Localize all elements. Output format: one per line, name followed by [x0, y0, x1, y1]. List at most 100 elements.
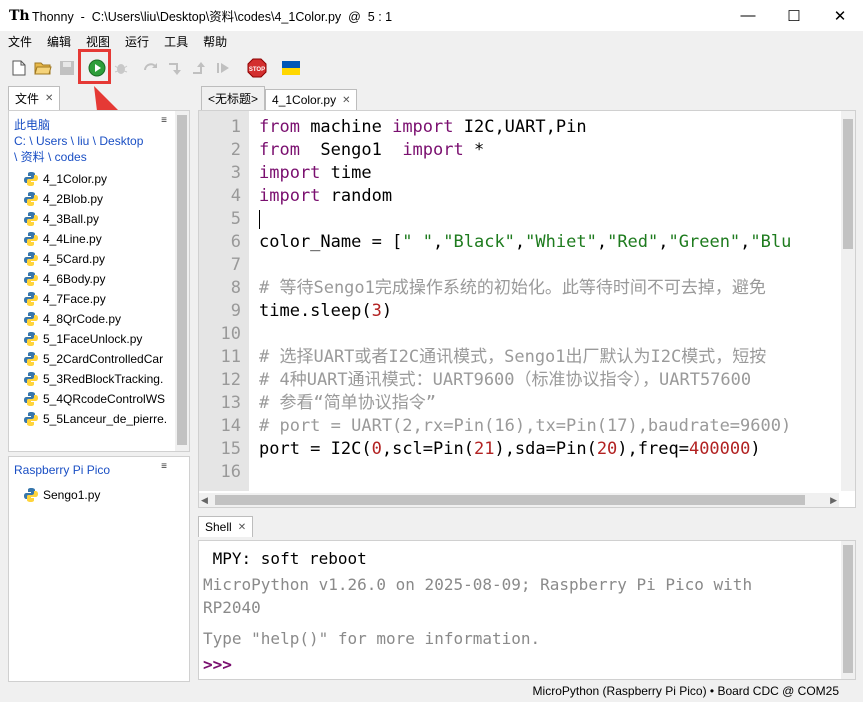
- menu-view[interactable]: 视图: [78, 33, 117, 50]
- code-text: time.sleep(3): [259, 300, 392, 323]
- file-item[interactable]: 5_2CardControlledCar: [9, 349, 189, 369]
- file-item[interactable]: 4_3Ball.py: [9, 209, 189, 229]
- file-item[interactable]: 4_4Line.py: [9, 229, 189, 249]
- file-item[interactable]: 5_5Lanceur_de_pierre.: [9, 409, 189, 429]
- device-pane: ≡ Raspberry Pi Pico Sengo1.py: [8, 456, 190, 682]
- editor-horizontal-scrollbar[interactable]: ◀ ▶: [199, 493, 839, 507]
- minimize-button[interactable]: —: [725, 0, 771, 31]
- code-text: from Sengo1 import *: [259, 139, 484, 162]
- step-over-button[interactable]: [140, 57, 162, 79]
- close-icon[interactable]: ✕: [45, 93, 53, 104]
- file-item[interactable]: 4_1Color.py: [9, 169, 189, 189]
- device-file-list: Sengo1.py: [9, 485, 189, 505]
- new-file-button[interactable]: [8, 57, 30, 79]
- code-editor[interactable]: 1 from machine import I2C,UART,Pin 2 from S…: [198, 110, 856, 508]
- line-number: 1: [230, 117, 241, 137]
- file-name: 4_6Body.py: [43, 272, 106, 286]
- shell-pane[interactable]: MPY: soft reboot MicroPython v1.26.0 on …: [198, 540, 856, 680]
- line-number: 3: [230, 163, 241, 183]
- file-item[interactable]: 4_6Body.py: [9, 269, 189, 289]
- code-token: 3: [371, 301, 382, 321]
- python-file-icon: [24, 212, 38, 226]
- file-item[interactable]: 4_5Card.py: [9, 249, 189, 269]
- code-line: 15 port = I2C(0,scl=Pin(21),sda=Pin(20),f…: [199, 438, 835, 461]
- menu-help[interactable]: 帮助: [195, 33, 234, 50]
- file-item[interactable]: 5_4QRcodeControlWS: [9, 389, 189, 409]
- file-name: 4_5Card.py: [43, 252, 106, 266]
- save-file-button[interactable]: [56, 57, 78, 79]
- files-scrollbar[interactable]: [175, 111, 189, 451]
- file-item[interactable]: 4_8QrCode.py: [9, 309, 189, 329]
- code-token: # 选择UART或者I2C通讯模式，Sengo1出厂默认为I2C模式，短按: [259, 347, 767, 367]
- menu-tools[interactable]: 工具: [156, 33, 195, 50]
- stop-button[interactable]: STOP: [246, 57, 268, 79]
- code-token: random: [320, 186, 393, 206]
- step-into-icon: [169, 63, 181, 75]
- line-number: 15: [220, 439, 241, 459]
- code-text: # port = UART(2,rx=Pin(16),tx=Pin(17),ba…: [259, 415, 791, 438]
- code-token: import: [259, 163, 321, 183]
- file-item[interactable]: 5_3RedBlockTracking.: [9, 369, 189, 389]
- code-line: 5: [199, 208, 835, 231]
- code-token: "Black": [443, 232, 515, 252]
- file-list: 4_1Color.py 4_2Blob.py 4_3Ball.py 4_4Line.p…: [9, 169, 189, 429]
- line-number: 7: [230, 255, 241, 275]
- file-name: 5_3RedBlockTracking.: [43, 372, 164, 386]
- thonny-logo-icon: Th: [9, 7, 30, 24]
- tab-untitled-label: <无标题>: [208, 92, 259, 106]
- step-out-button[interactable]: [188, 57, 210, 79]
- close-button[interactable]: ✕: [817, 0, 863, 31]
- files-menu-icon[interactable]: ≡: [161, 115, 167, 126]
- python-file-icon: [24, 232, 38, 246]
- code-line: 16: [199, 461, 835, 484]
- shell-prompt[interactable]: >>>: [203, 655, 232, 674]
- menu-file[interactable]: 文件: [0, 33, 39, 50]
- editor-tabs: <无标题> 4_1Color.py ✕: [201, 86, 358, 110]
- tab-shell[interactable]: Shell ✕: [198, 516, 254, 537]
- menu-run[interactable]: 运行: [117, 33, 156, 50]
- tab-4-1color[interactable]: 4_1Color.py ✕: [265, 89, 358, 110]
- line-number: 12: [220, 370, 241, 390]
- file-item[interactable]: 5_1FaceUnlock.py: [9, 329, 189, 349]
- step-out-icon: [193, 62, 205, 74]
- python-file-icon: [24, 372, 38, 386]
- code-line: 14 # port = UART(2,rx=Pin(16),tx=Pin(17),…: [199, 415, 835, 438]
- line-number: 11: [220, 347, 241, 367]
- file-name: Sengo1.py: [43, 488, 101, 502]
- tab-untitled[interactable]: <无标题>: [201, 86, 266, 110]
- file-item[interactable]: Sengo1.py: [9, 485, 189, 505]
- device-menu-icon[interactable]: ≡: [161, 461, 167, 472]
- line-number: 10: [220, 324, 241, 344]
- code-token: machine: [299, 117, 393, 137]
- save-icon: [60, 61, 74, 75]
- line-number: 6: [230, 232, 241, 252]
- code-line: 9 time.sleep(3): [199, 300, 835, 323]
- close-icon[interactable]: ✕: [342, 95, 350, 106]
- path-line-2[interactable]: \ 资料 \ codes: [14, 149, 189, 165]
- code-token: I2C,UART,Pin: [453, 117, 587, 137]
- debug-button[interactable]: [110, 57, 132, 79]
- ukraine-flag-button[interactable]: [280, 57, 302, 79]
- tab-files[interactable]: 文件 ✕: [8, 86, 61, 110]
- editor-vertical-scrollbar[interactable]: [841, 111, 855, 491]
- close-icon[interactable]: ✕: [238, 522, 246, 533]
- file-name: 4_7Face.py: [43, 292, 106, 306]
- path-line-1[interactable]: C: \ Users \ liu \ Desktop: [14, 133, 189, 149]
- code-token: "Blu: [750, 232, 792, 252]
- menu-edit[interactable]: 编辑: [39, 33, 78, 50]
- line-number: 5: [230, 209, 241, 229]
- folder-open-icon: [34, 62, 52, 75]
- interpreter-status[interactable]: MicroPython (Raspberry Pi Pico) • Board …: [533, 684, 839, 698]
- step-into-button[interactable]: [164, 57, 186, 79]
- code-text: import random: [259, 185, 392, 208]
- shell-scrollbar[interactable]: [841, 541, 855, 679]
- code-line: 13 # 参看“简单协议指令”: [199, 392, 835, 415]
- file-item[interactable]: 4_2Blob.py: [9, 189, 189, 209]
- resume-button[interactable]: [212, 57, 234, 79]
- file-item[interactable]: 4_7Face.py: [9, 289, 189, 309]
- title-bar: Th Thonny - C:\Users\liu\Desktop\资料\code…: [0, 0, 863, 31]
- status-bar: MicroPython (Raspberry Pi Pico) • Board …: [0, 680, 863, 702]
- code-token: import: [392, 117, 454, 137]
- maximize-button[interactable]: ☐: [771, 0, 817, 31]
- open-file-button[interactable]: [32, 57, 54, 79]
